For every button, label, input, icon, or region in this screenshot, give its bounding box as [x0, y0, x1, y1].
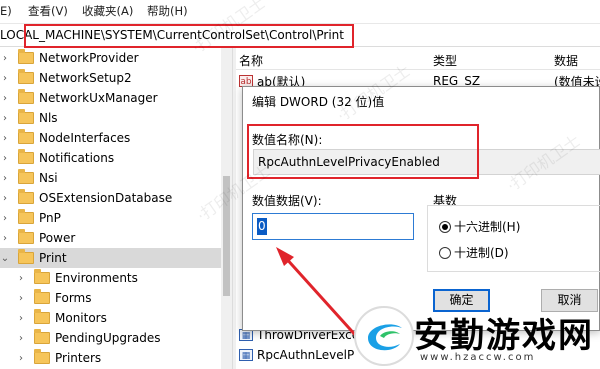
address-bar[interactable]: LOCAL_MACHINE\SYSTEM\CurrentControlSet\C… — [0, 23, 600, 48]
tree-item[interactable]: › Environments — [16, 268, 221, 288]
tree-item-label: Forms — [55, 291, 92, 305]
menu-edit[interactable]: E) — [0, 4, 28, 18]
radio-hexadecimal[interactable]: 十六进制(H) — [439, 218, 520, 235]
folder-icon — [18, 209, 34, 224]
tree-item-label: NetworkUxManager — [39, 91, 158, 105]
folder-icon — [34, 289, 50, 304]
folder-icon — [34, 309, 50, 324]
radio-dec-dot[interactable] — [439, 246, 451, 259]
tree-item-label: Monitors — [55, 311, 107, 325]
value-name: RpcAuthnLevelP — [257, 348, 355, 362]
folder-icon — [18, 49, 34, 64]
address-highlight-box — [24, 24, 354, 48]
tree-scrollbar-thumb[interactable] — [223, 176, 230, 296]
radio-hex-label[interactable]: 十六进制(H) — [454, 218, 520, 235]
chevron-right-icon[interactable]: › — [16, 288, 26, 308]
menu-view[interactable]: 查看(V) — [28, 3, 82, 19]
tree-item[interactable]: › Nls — [0, 108, 221, 128]
chevron-right-icon[interactable]: › — [0, 228, 10, 248]
list-header: 名称 类型 数据 — [236, 48, 600, 70]
value-data-label: 数值数据(V): — [252, 194, 322, 208]
radio-decimal[interactable]: 十进制(D) — [439, 244, 509, 261]
chevron-right-icon[interactable]: › — [16, 268, 26, 288]
tree-item[interactable]: › Power — [0, 228, 221, 248]
chevron-down-icon[interactable]: ⌄ — [0, 248, 10, 268]
tree-item-label: Nls — [39, 111, 58, 125]
chevron-right-icon[interactable]: › — [0, 48, 10, 68]
chevron-right-icon[interactable]: › — [0, 168, 10, 188]
folder-icon — [34, 329, 50, 344]
tree-item[interactable]: › PnP — [0, 208, 221, 228]
chevron-right-icon[interactable]: › — [16, 348, 26, 368]
tree-item[interactable]: › Forms — [16, 288, 221, 308]
tree-item[interactable]: › NetworkSetup2 — [0, 68, 221, 88]
chevron-right-icon[interactable]: › — [16, 328, 26, 348]
tree-item-label: Nsi — [39, 171, 58, 185]
registry-tree: › NetworkProvider › NetworkSetup2 › NetworkUx… — [0, 48, 232, 369]
chevron-right-icon[interactable]: › — [0, 128, 10, 148]
tree-item[interactable]: › NetworkUxManager — [0, 88, 221, 108]
chevron-right-icon[interactable]: › — [0, 208, 10, 228]
tree-item-label: NodeInterfaces — [39, 131, 131, 145]
radio-dec-label[interactable]: 十进制(D) — [454, 244, 509, 261]
logo-swirl-icon — [368, 324, 402, 351]
folder-icon — [18, 69, 34, 84]
tree-item-label: Environments — [55, 271, 138, 285]
folder-icon — [18, 149, 34, 164]
tree-item-label: Printers — [55, 351, 102, 365]
chevron-right-icon[interactable]: › — [16, 308, 26, 328]
value-data-input[interactable]: 0 — [252, 213, 414, 240]
radio-hex-dot[interactable] — [439, 220, 451, 233]
tree-item[interactable]: › Printers — [16, 348, 221, 368]
logo-text: 安勤游戏网 — [414, 316, 594, 356]
tree-item[interactable]: › NetworkProvider — [0, 48, 221, 68]
tree-item[interactable]: › Monitors — [16, 308, 221, 328]
column-name-header[interactable]: 名称 — [239, 52, 263, 69]
folder-icon — [34, 349, 50, 364]
tree-item-label: NetworkProvider — [39, 51, 139, 65]
folder-icon — [18, 229, 34, 244]
folder-icon — [18, 129, 34, 144]
folder-icon — [18, 189, 34, 204]
folder-icon — [18, 109, 34, 124]
tree-item-label: Notifications — [39, 151, 115, 165]
value-data-text[interactable]: 0 — [257, 218, 267, 235]
folder-icon — [18, 249, 34, 264]
menu-bar: E) 查看(V) 收藏夹(A) 帮助(H) — [0, 0, 600, 22]
menu-favorites[interactable]: 收藏夹(A) — [82, 3, 147, 19]
tree-item[interactable]: › OSExtensionDatabase — [0, 188, 221, 208]
tree-item-label: PendingUpgrades — [55, 331, 161, 345]
folder-icon — [18, 89, 34, 104]
folder-icon — [34, 269, 50, 284]
tree-item[interactable]: › Notifications — [0, 148, 221, 168]
column-type-header[interactable]: 类型 — [433, 52, 457, 69]
chevron-right-icon[interactable]: › — [0, 88, 10, 108]
tree-item-label: PnP — [39, 211, 61, 225]
menu-help[interactable]: 帮助(H) — [147, 3, 207, 19]
logo-url: www.hzaccw.com — [420, 352, 536, 363]
chevron-right-icon[interactable]: › — [0, 188, 10, 208]
tree-scrollbar[interactable] — [221, 48, 232, 369]
tree-item[interactable]: ⌄ Print — [0, 248, 221, 268]
tree-item-label: NetworkSetup2 — [39, 71, 132, 85]
tree-item-label: Power — [39, 231, 76, 245]
tree-item-label: Print — [39, 251, 67, 265]
folder-icon — [18, 169, 34, 184]
value-name-highlight-box — [247, 124, 479, 179]
chevron-right-icon[interactable]: › — [0, 68, 10, 88]
dialog-title: 编辑 DWORD (32 位)值 — [252, 95, 385, 109]
site-logo: 安勤游戏网 www.hzaccw.com — [348, 300, 600, 369]
tree-item[interactable]: › Nsi — [0, 168, 221, 188]
dword-value-icon: ▦ — [239, 349, 253, 361]
chevron-right-icon[interactable]: › — [0, 108, 10, 128]
chevron-right-icon[interactable]: › — [0, 148, 10, 168]
base-group — [427, 205, 600, 272]
tree-item[interactable]: › PendingUpgrades — [16, 328, 221, 348]
tree-item-label: OSExtensionDatabase — [39, 191, 173, 205]
tree-item[interactable]: › NodeInterfaces — [0, 128, 221, 148]
edit-dword-dialog: 编辑 DWORD (32 位)值 数值名称(N): RpcAuthnLevelP… — [242, 86, 600, 331]
column-data-header[interactable]: 数据 — [554, 52, 578, 69]
